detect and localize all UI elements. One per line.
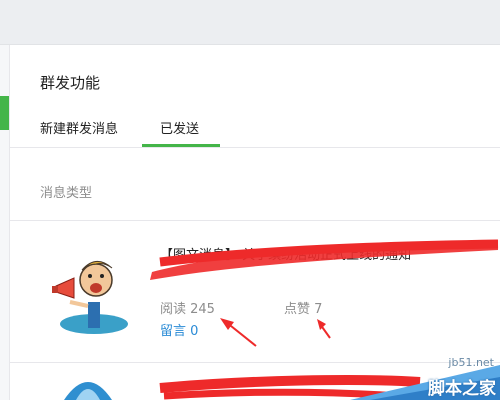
thumbnail-eye-right bbox=[100, 274, 104, 278]
megaphone-handle bbox=[52, 286, 58, 293]
message-title[interactable]: 【图文消息】 关于缤纷活动正式上线的通知 bbox=[160, 244, 490, 263]
thumbnail-eye-left bbox=[88, 274, 92, 278]
page-title: 群发功能 bbox=[40, 74, 101, 92]
megaphone-icon bbox=[55, 277, 75, 299]
watermark-site-name: 脚本之家 bbox=[428, 379, 496, 399]
watermark-domain: jb51.net bbox=[448, 356, 494, 369]
read-count: 阅读 245 bbox=[160, 302, 215, 317]
message-thumbnail[interactable] bbox=[52, 250, 132, 340]
thumbnail-arm bbox=[69, 300, 89, 308]
arrow-head-reads bbox=[220, 318, 234, 330]
section-divider bbox=[10, 220, 500, 221]
message-type-label: 消息类型 bbox=[40, 186, 93, 201]
message-thumbnail-2[interactable] bbox=[58, 372, 118, 400]
thumbnail-mouth bbox=[90, 283, 102, 293]
arrow-head-likes bbox=[317, 319, 326, 330]
arrow-to-likes bbox=[319, 323, 331, 339]
tab-new-mass-message[interactable]: 新建群发消息 bbox=[40, 118, 118, 137]
thumbnail-body bbox=[88, 302, 100, 328]
arrow-to-reads bbox=[225, 321, 257, 347]
top-bar bbox=[0, 0, 500, 45]
left-nav-active-indicator bbox=[0, 96, 9, 130]
like-count: 点赞 7 bbox=[284, 302, 323, 317]
tabs-divider bbox=[10, 147, 500, 148]
tab-sent[interactable]: 已发送 bbox=[160, 118, 199, 137]
comment-link[interactable]: 留言 0 bbox=[160, 320, 198, 339]
